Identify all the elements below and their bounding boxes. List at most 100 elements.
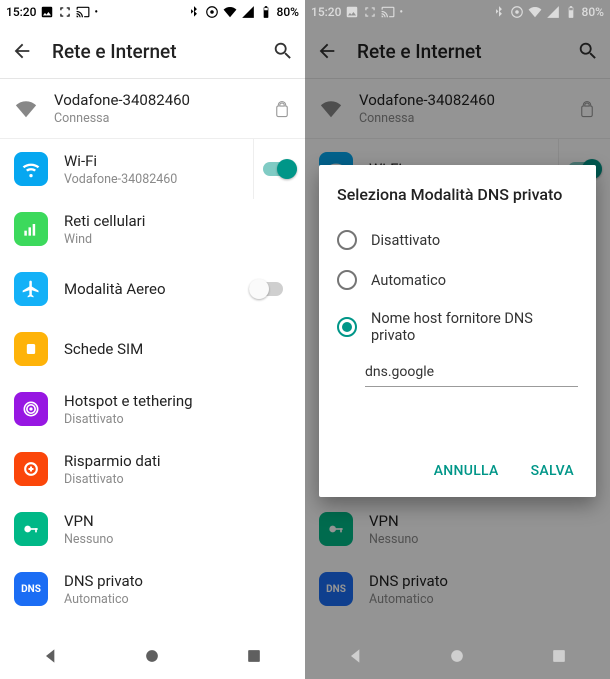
bluetooth-icon — [187, 5, 201, 19]
nav-bar — [0, 633, 305, 679]
row-vpn[interactable]: VPN Nessuno — [0, 499, 305, 559]
datasaver-sub: Disattivato — [64, 472, 291, 487]
nav-recent[interactable] — [244, 646, 264, 666]
radio-option-off[interactable]: Disattivato — [337, 220, 578, 260]
hotspot-sub: Disattivato — [64, 412, 291, 427]
voice-icon — [510, 5, 524, 19]
dot-icon: • — [399, 7, 403, 18]
vpn-icon — [14, 512, 48, 546]
signal-icon — [546, 5, 560, 19]
dns-dialog: Seleziona Modalità DNS privato Disattiva… — [319, 165, 596, 497]
back-button[interactable] — [10, 39, 34, 63]
wifi-title: Wi-Fi — [64, 152, 237, 170]
dns-title: DNS privato — [64, 572, 291, 590]
wifi-status-icon — [223, 5, 237, 19]
radio-icon — [337, 317, 357, 337]
lock-icon — [578, 97, 596, 121]
airplane-switch[interactable] — [249, 279, 283, 299]
cellular-icon — [14, 212, 48, 246]
cellular-sub: Wind — [64, 232, 291, 247]
dot-icon: • — [94, 7, 98, 18]
status-time: 15:20 — [6, 5, 36, 19]
app-bar: Rete e Internet — [305, 24, 610, 79]
radio-option-host[interactable]: Nome host fornitore DNS privato — [337, 300, 578, 354]
battery-icon — [259, 5, 273, 19]
sim-icon — [14, 332, 48, 366]
sim-title: Schede SIM — [64, 340, 291, 358]
cancel-button[interactable]: ANNULLA — [430, 455, 503, 487]
save-button[interactable]: SALVA — [527, 455, 578, 487]
connection-ssid: Vodafone-34082460 — [54, 91, 257, 109]
wifi-icon — [14, 97, 38, 121]
vpn-icon — [319, 512, 353, 546]
search-button[interactable] — [576, 39, 600, 63]
lock-icon — [273, 97, 291, 121]
cellular-title: Reti cellulari — [64, 212, 291, 230]
airplane-title: Modalità Aereo — [64, 280, 233, 298]
image-icon — [40, 5, 54, 19]
status-time: 15:20 — [311, 5, 341, 19]
battery-percent: 80% — [277, 5, 299, 19]
cast-icon — [76, 5, 90, 19]
wifi-app-icon — [14, 152, 48, 186]
radio-label: Nome host fornitore DNS privato — [371, 310, 578, 344]
dns-hostname-input[interactable] — [365, 360, 578, 387]
screenshot-icon — [363, 5, 377, 19]
dns-icon: DNS — [319, 572, 353, 606]
status-bar: 15:20 • 80% — [305, 0, 610, 24]
row-wifi[interactable]: Wi-Fi Vodafone-34082460 — [0, 139, 305, 199]
nav-recent[interactable] — [549, 646, 569, 666]
wifi-sub: Vodafone-34082460 — [64, 172, 237, 187]
vpn-sub: Nessuno — [64, 532, 291, 547]
airplane-icon — [14, 272, 48, 306]
radio-icon — [337, 230, 357, 250]
voice-icon — [205, 5, 219, 19]
wifi-status-icon — [528, 5, 542, 19]
status-bar: 15:20 • 80% — [0, 0, 305, 24]
back-button[interactable] — [315, 39, 339, 63]
row-cellular[interactable]: Reti cellulari Wind — [0, 199, 305, 259]
connection-state: Connessa — [54, 111, 257, 126]
radio-label: Disattivato — [371, 232, 440, 249]
page-title: Rete e Internet — [52, 40, 253, 63]
nav-back[interactable] — [41, 646, 61, 666]
bluetooth-icon — [492, 5, 506, 19]
wifi-switch[interactable] — [263, 159, 297, 179]
row-dns[interactable]: DNS DNS privato Automatico — [0, 559, 305, 619]
page-title: Rete e Internet — [357, 40, 558, 63]
row-datasaver[interactable]: Risparmio dati Disattivato — [0, 439, 305, 499]
battery-percent: 80% — [582, 5, 604, 19]
nav-bar — [305, 633, 610, 679]
nav-home[interactable] — [447, 646, 467, 666]
screenshot-icon — [58, 5, 72, 19]
radio-icon — [337, 270, 357, 290]
row-vpn: VPNNessuno — [305, 499, 610, 559]
dns-icon: DNS — [14, 572, 48, 606]
vpn-title: VPN — [64, 512, 291, 530]
screen-settings-list: 15:20 • 80% Rete e Internet Vodafone-340… — [0, 0, 305, 679]
hotspot-title: Hotspot e tethering — [64, 392, 291, 410]
nav-back[interactable] — [346, 646, 366, 666]
dialog-title: Seleziona Modalità DNS privato — [337, 185, 578, 204]
datasaver-title: Risparmio dati — [64, 452, 291, 470]
row-sim[interactable]: Schede SIM — [0, 319, 305, 379]
nav-home[interactable] — [142, 646, 162, 666]
screen-dns-dialog: 15:20 • 80% Rete e Internet Vodafone-340… — [305, 0, 610, 679]
app-bar: Rete e Internet — [0, 24, 305, 79]
row-hotspot[interactable]: Hotspot e tethering Disattivato — [0, 379, 305, 439]
dns-sub: Automatico — [64, 592, 291, 607]
search-button[interactable] — [271, 39, 295, 63]
row-current-connection[interactable]: Vodafone-34082460 Connessa — [0, 79, 305, 139]
settings-list: Vodafone-34082460 Connessa Wi-Fi Vodafon… — [0, 79, 305, 633]
wifi-icon — [319, 97, 343, 121]
radio-option-auto[interactable]: Automatico — [337, 260, 578, 300]
hotspot-icon — [14, 392, 48, 426]
image-icon — [345, 5, 359, 19]
row-airplane[interactable]: Modalità Aereo — [0, 259, 305, 319]
cast-icon — [381, 5, 395, 19]
row-current-connection: Vodafone-34082460 Connessa — [305, 79, 610, 139]
radio-label: Automatico — [371, 272, 446, 289]
datasaver-icon — [14, 452, 48, 486]
signal-icon — [241, 5, 255, 19]
row-dns: DNS DNS privatoAutomatico — [305, 559, 610, 619]
